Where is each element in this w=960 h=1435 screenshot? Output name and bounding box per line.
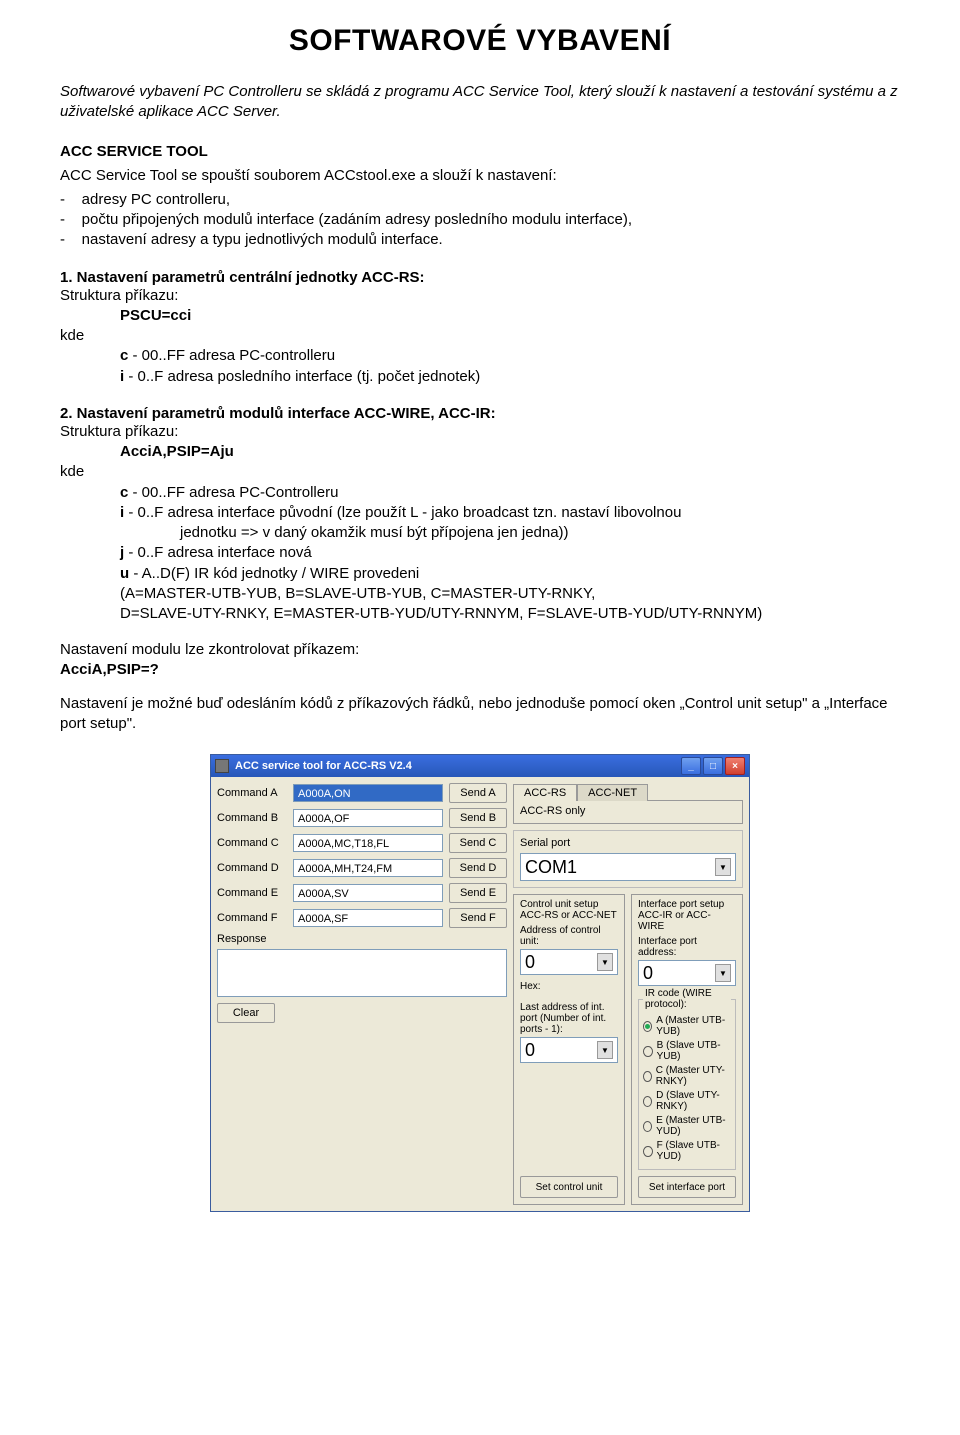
radio-d[interactable]: D (Slave UTY-RNKY) [643, 1090, 731, 1112]
command-b-label: Command B [217, 812, 287, 824]
def-line: i - 0..F adresa interface původní (lze p… [60, 503, 900, 523]
struct-label: Struktura příkazu: [60, 422, 900, 442]
command-code: AcciA,PSIP=Aju [60, 442, 900, 462]
list-item: počtu připojených modulů interface (zadá… [60, 210, 900, 230]
response-label: Response [217, 933, 507, 945]
chevron-down-icon: ▼ [715, 964, 731, 982]
send-d-button[interactable]: Send D [449, 858, 507, 878]
commands-pane: Command A A000A,ON Send A Command B A000… [217, 783, 507, 1205]
serial-port-group: Serial port COM1 ▼ [513, 830, 743, 888]
radio-legend: IR code (WIRE protocol): [643, 988, 731, 1010]
serial-port-label: Serial port [520, 837, 736, 849]
control-unit-setup-group: Control unit setup ACC-RS or ACC-NET Add… [513, 894, 625, 1205]
def-line-cont: jednotku => v daný okamžik musí být příp… [60, 523, 900, 543]
command-f-input[interactable]: A000A,SF [293, 909, 443, 927]
tab-acc-rs[interactable]: ACC-RS [513, 784, 577, 801]
command-c-input[interactable]: A000A,MC,T18,FL [293, 834, 443, 852]
window-title: ACC service tool for ACC-RS V2.4 [235, 760, 681, 772]
send-c-button[interactable]: Send C [449, 833, 507, 853]
app-window: ACC service tool for ACC-RS V2.4 _ □ × C… [210, 754, 750, 1212]
bullet-list: adresy PC controlleru, počtu připojených… [60, 190, 900, 251]
page-title: SOFTWAROVÉ VYBAVENÍ [60, 24, 900, 58]
last-addr-label: Last address of int. port (Number of int… [520, 1002, 618, 1035]
serial-port-select[interactable]: COM1 ▼ [520, 853, 736, 881]
command-e-label: Command E [217, 887, 287, 899]
kde-label: kde [60, 462, 900, 482]
kde-label: kde [60, 326, 900, 346]
radio-e[interactable]: E (Master UTB-YUD) [643, 1115, 731, 1137]
send-a-button[interactable]: Send A [449, 783, 507, 803]
command-d-input[interactable]: A000A,MH,T24,FM [293, 859, 443, 877]
titlebar: ACC service tool for ACC-RS V2.4 _ □ × [211, 755, 749, 777]
group-subtitle: ACC-RS or ACC-NET [520, 910, 618, 921]
radio-icon [643, 1121, 652, 1132]
subsection-1-title: 1. Nastavení parametrů centrální jednotk… [60, 269, 900, 286]
ir-code-radio-group: IR code (WIRE protocol): A (Master UTB-Y… [638, 988, 736, 1170]
hex-label: Hex: [520, 981, 618, 992]
maximize-button[interactable]: □ [703, 757, 723, 775]
def-line-extra: (A=MASTER-UTB-YUB, B=SLAVE-UTB-YUB, C=MA… [60, 584, 900, 604]
radio-f[interactable]: F (Slave UTB-YUD) [643, 1140, 731, 1162]
clear-button[interactable]: Clear [217, 1003, 275, 1023]
command-a-input[interactable]: A000A,ON [293, 784, 443, 802]
command-e-input[interactable]: A000A,SV [293, 884, 443, 902]
interface-port-setup-group: Interface port setup ACC-IR or ACC-WIRE … [631, 894, 743, 1205]
command-code: PSCU=cci [60, 306, 900, 326]
intro-text: Softwarové vybavení PC Controlleru se sk… [60, 82, 900, 123]
addr-label: Address of control unit: [520, 925, 618, 947]
def-line: i - 0..F adresa posledního interface (tj… [60, 367, 900, 387]
serial-port-value: COM1 [525, 857, 577, 878]
list-item: nastavení adresy a typu jednotlivých mod… [60, 230, 900, 250]
command-a-label: Command A [217, 787, 287, 799]
radio-icon [643, 1146, 653, 1157]
radio-c[interactable]: C (Master UTY-RNKY) [643, 1065, 731, 1087]
radio-icon [643, 1096, 652, 1107]
subsection-2-title: 2. Nastavení parametrů modulů interface … [60, 405, 900, 422]
radio-icon [643, 1071, 652, 1082]
closing-text: Nastavení je možné buď odesláním kódů z … [60, 694, 900, 735]
def-line: c - 00..FF adresa PC-Controlleru [60, 483, 900, 503]
response-box[interactable] [217, 949, 507, 997]
check-label: Nastavení modulu lze zkontrolovat příkaz… [60, 640, 900, 660]
tab-acc-net[interactable]: ACC-NET [577, 784, 648, 801]
settings-pane: ACC-RS ACC-NET ACC-RS only Serial port C… [513, 783, 743, 1205]
if-addr-label: Interface port address: [638, 936, 736, 958]
struct-label: Struktura příkazu: [60, 286, 900, 306]
group-subtitle: ACC-IR or ACC-WIRE [638, 910, 736, 932]
chevron-down-icon: ▼ [715, 858, 731, 876]
interface-port-addr-input[interactable]: 0 ▼ [638, 960, 736, 986]
last-interface-addr-input[interactable]: 0 ▼ [520, 1037, 618, 1063]
def-line: j - 0..F adresa interface nová [60, 543, 900, 563]
send-e-button[interactable]: Send E [449, 883, 507, 903]
radio-icon [643, 1021, 652, 1032]
def-line-extra: D=SLAVE-UTY-RNKY, E=MASTER-UTB-YUD/UTY-R… [60, 604, 900, 624]
chevron-down-icon: ▼ [597, 1041, 613, 1059]
check-command: AcciA,PSIP=? [60, 661, 900, 678]
close-button[interactable]: × [725, 757, 745, 775]
group-title: Control unit setup [520, 899, 618, 910]
command-c-label: Command C [217, 837, 287, 849]
group-title: Interface port setup [638, 899, 736, 910]
control-unit-addr-input[interactable]: 0 ▼ [520, 949, 618, 975]
command-b-input[interactable]: A000A,OF [293, 809, 443, 827]
send-f-button[interactable]: Send F [449, 908, 507, 928]
tab-note: ACC-RS only [520, 805, 736, 817]
section-lead-text: ACC Service Tool se spouští souborem ACC… [60, 166, 900, 186]
command-f-label: Command F [217, 912, 287, 924]
command-d-label: Command D [217, 862, 287, 874]
radio-a[interactable]: A (Master UTB-YUB) [643, 1015, 731, 1037]
app-icon [215, 759, 229, 773]
set-interface-port-button[interactable]: Set interface port [638, 1176, 736, 1198]
list-item: adresy PC controlleru, [60, 190, 900, 210]
def-line: c - 00..FF adresa PC-controlleru [60, 346, 900, 366]
send-b-button[interactable]: Send B [449, 808, 507, 828]
section-heading: ACC SERVICE TOOL [60, 143, 900, 160]
minimize-button[interactable]: _ [681, 757, 701, 775]
set-control-unit-button[interactable]: Set control unit [520, 1176, 618, 1198]
chevron-down-icon: ▼ [597, 953, 613, 971]
radio-b[interactable]: B (Slave UTB-YUB) [643, 1040, 731, 1062]
radio-icon [643, 1046, 653, 1057]
def-line: u - A..D(F) IR kód jednotky / WIRE prove… [60, 564, 900, 584]
